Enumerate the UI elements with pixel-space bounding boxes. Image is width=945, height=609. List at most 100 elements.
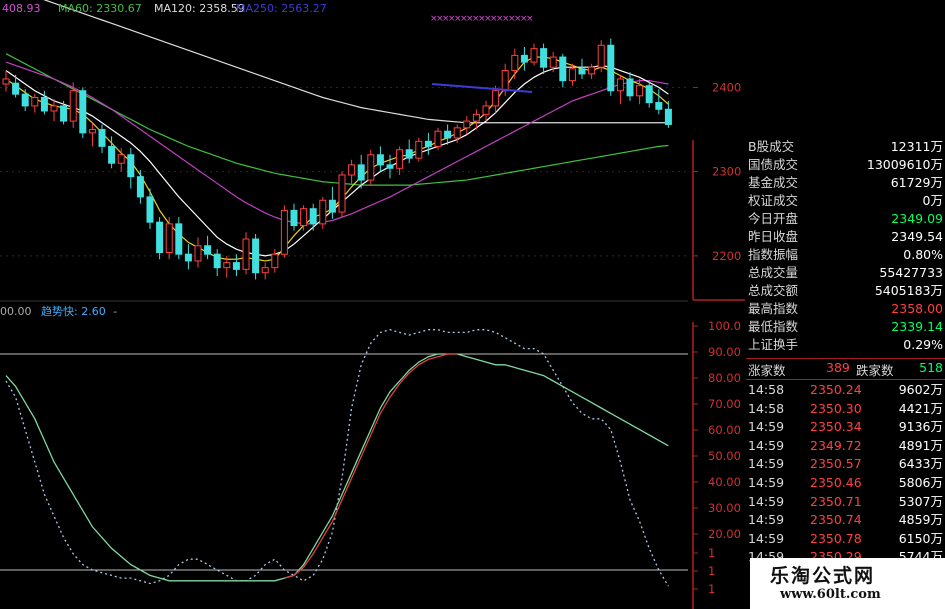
tick-row[interactable]: 14:58 2350.30 4421万 [746,400,945,418]
stat-label: 权证成交 [748,193,799,208]
candle-body [290,209,298,227]
tick-row[interactable]: 14:59 2350.74 4859万 [746,511,945,529]
candle-body [60,105,68,122]
osc-tick-label: 90.00 [708,345,741,359]
tick-time: 14:58 [748,400,785,416]
price-axis: 2400 2300 2200 100.0 90.00 80.00 70.00 60.00 50.… [692,80,745,609]
tick-row[interactable]: 14:59 2350.34 9136万 [746,418,945,436]
stat-row: B股成交 12311万 [746,138,945,156]
breadth-row: 涨家数 389 跌家数 518 [746,358,945,380]
candle-body [386,164,394,169]
tick-volume: 9602万 [898,382,943,397]
tick-price: 2350.24 [810,382,862,397]
stat-label: 基金成交 [748,175,799,190]
ma-line [43,0,669,124]
candle-body [616,78,624,92]
stat-label: 昨日收盘 [748,229,799,244]
indicator-left-value: 00.00 [0,305,32,318]
candle-body [127,154,135,178]
candle-body [175,223,183,255]
candle-body [357,164,365,181]
ma-header-value: MA250: 2563.27 [236,2,327,15]
stat-value: 0万 [922,193,943,208]
stat-label: 总成交量 [748,265,799,280]
candle-body [396,149,404,169]
candle-body [165,223,173,254]
tick-row[interactable]: 14:59 2349.72 4891万 [746,437,945,455]
stat-value: 61729万 [890,175,943,190]
osc-tick-label: 1 [708,582,715,596]
tick-row[interactable]: 14:58 2350.24 9602万 [746,381,945,399]
watermark-logo: 乐淘公式网 www.60lt.com [750,558,945,609]
candle-body [2,78,10,85]
candle-body [79,90,87,134]
stat-label: 总成交额 [748,283,799,298]
candle-body [636,85,644,97]
stat-value: 0.80% [903,247,943,262]
tick-price: 2350.30 [810,400,862,416]
chart-marks: ××××××××××××××××× [430,14,534,93]
candle-body [549,56,557,68]
cross-mark: × [526,14,534,24]
tick-time: 14:59 [748,419,785,435]
stat-value: 2339.14 [891,319,943,334]
candle-body [223,262,231,269]
stat-row: 基金成交 61729万 [746,174,945,192]
osc-tick-label: 1 [708,564,715,578]
candle-body [146,196,154,223]
down-count-label: 跌家数 [856,363,894,378]
tick-row[interactable]: 14:59 2350.71 5307万 [746,493,945,511]
stat-row: 指数振幅 0.80% [746,246,945,264]
tick-row[interactable]: 14:59 2350.57 6433万 [746,455,945,473]
oscillator-lines [5,329,669,587]
tick-volume: 4421万 [898,400,943,416]
down-count-value: 518 [919,360,943,375]
candle-body [367,154,375,181]
ma250-segment [431,83,533,93]
tick-row[interactable]: 14:59 2350.46 5806万 [746,474,945,492]
price-tick-label: 2400 [712,80,741,94]
up-count-label: 涨家数 [748,363,786,378]
stat-value: 12311万 [890,139,943,154]
candle-body [588,66,596,75]
watermark-title: 乐淘公式网 [770,565,876,587]
candle-body [12,82,20,95]
candle-body [108,145,116,164]
tick-row[interactable]: 14:59 2350.78 6150万 [746,530,945,548]
candle-body [271,253,279,269]
ma-header-value: MA60: 2330.67 [58,2,142,15]
candle-body [501,70,509,92]
up-count-value: 389 [826,360,850,375]
tick-volume: 6150万 [898,530,943,546]
candle-body [540,48,548,68]
stat-value: 2349.09 [891,211,943,226]
candle-body [319,199,327,225]
tick-price: 2350.57 [810,456,862,472]
osc-line-slow-green [5,353,669,582]
stat-row: 上证换手 0.29% [746,336,945,354]
candle-body [184,253,192,262]
candle-body [156,221,164,254]
candle-body [88,129,96,134]
candle-body [559,56,567,82]
tick-volume: 5806万 [898,475,943,490]
candle-body [482,105,490,115]
candle-body [520,54,528,63]
osc-tick-label: 70.00 [708,397,741,411]
candle-body [50,105,58,112]
candle-body [607,44,615,92]
osc-tick-label: 30.00 [708,501,741,515]
stat-label: 指数振幅 [748,247,799,262]
candle-body [463,120,471,129]
tick-volume: 4859万 [898,512,943,528]
candle-body [626,78,634,97]
indicator-name: 趋势快: 2.60 [41,305,106,318]
candle-body [232,262,240,270]
price-tick-label: 2300 [712,165,741,179]
tick-time: 14:59 [748,475,785,490]
stat-value: 5405183万 [874,283,943,298]
candle-body [405,149,413,159]
tick-volume: 6433万 [898,456,943,472]
osc-tick-label: 1 [708,546,715,560]
stat-row: 总成交额 5405183万 [746,282,945,300]
